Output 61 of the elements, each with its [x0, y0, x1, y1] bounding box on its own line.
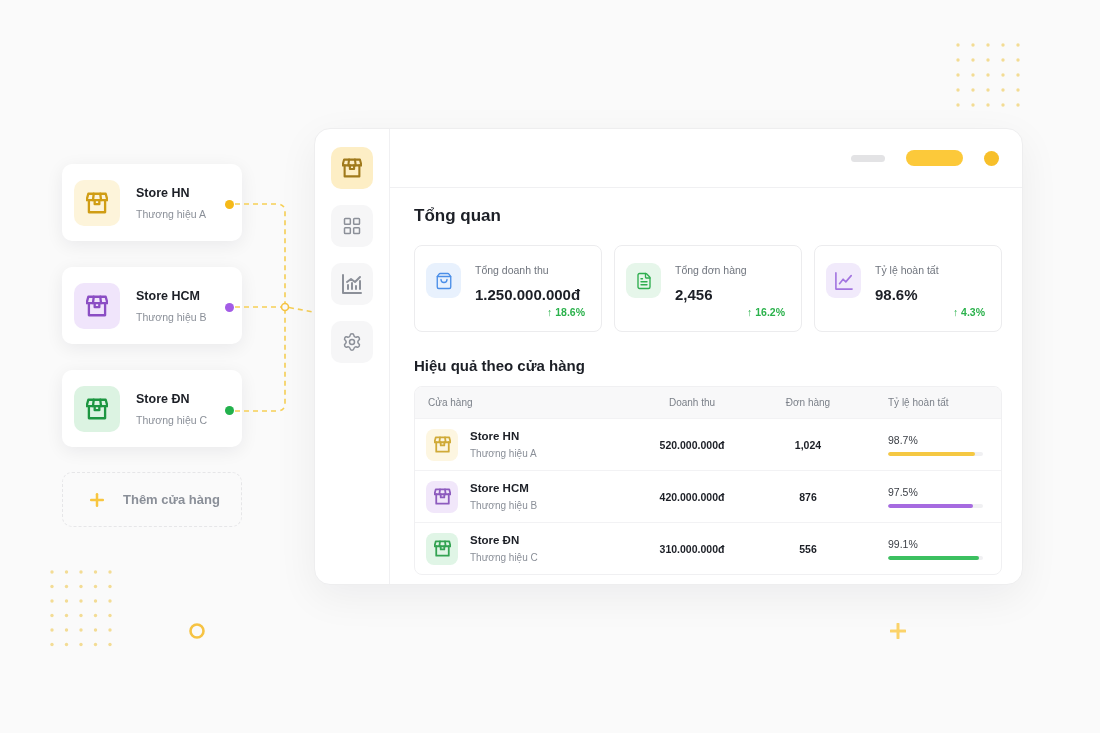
store-name: Store HN	[470, 430, 521, 442]
brand-name: Thương hiệu A	[470, 448, 537, 459]
revenue-cell: 420.000.000đ	[659, 490, 725, 503]
chart-nav-button[interactable]	[331, 263, 373, 305]
shopping-bag-icon	[426, 263, 461, 298]
column-header: Cửa hàng	[427, 397, 473, 408]
brand-name: Thương hiệu C	[136, 413, 209, 426]
store-nav-button[interactable]	[331, 147, 373, 189]
store-icon	[74, 385, 120, 432]
document-icon	[626, 263, 661, 298]
grid-icon	[342, 216, 362, 236]
store-icon	[74, 282, 120, 329]
column-header: Đơn hàng	[785, 397, 831, 408]
orders-cell: 876	[799, 490, 817, 503]
stat-value: 2,456	[675, 285, 714, 305]
overview-title: Tổng quan	[414, 206, 502, 226]
stat-change: ↑ 16.2%	[747, 306, 785, 319]
dot-pattern	[956, 43, 1020, 107]
store-icon	[426, 428, 458, 461]
line-chart-icon	[826, 263, 861, 298]
chart-icon	[342, 274, 362, 294]
store-icon	[426, 480, 458, 513]
settings-nav-button[interactable]	[331, 321, 373, 363]
completion-rate: 97.5%	[888, 485, 918, 498]
completion-rate: 98.7%	[888, 433, 918, 446]
stat-label: Tổng doanh thu	[475, 264, 550, 277]
stat-value: 98.6%	[875, 285, 919, 305]
brand-name: Thương hiệu A	[136, 207, 207, 220]
placeholder-bar	[851, 154, 885, 162]
plus-icon	[890, 623, 906, 639]
store-card[interactable]: Store HN Thương hiệu A	[62, 164, 242, 241]
completion-rate: 99.1%	[888, 537, 918, 550]
brand-name: Thương hiệu B	[136, 310, 208, 323]
stat-change: ↑ 4.3%	[952, 306, 985, 319]
ring-icon	[189, 623, 205, 639]
store-name: Store ĐN	[136, 391, 191, 406]
settings-icon	[342, 332, 362, 352]
stat-label: Tổng đơn hàng	[675, 264, 747, 277]
orders-cell: 1,024	[794, 438, 822, 451]
store-name: Store HCM	[136, 288, 201, 303]
store-card[interactable]: Store HCM Thương hiệu B	[62, 267, 242, 344]
section-title: Hiệu quả theo cửa hàng	[414, 356, 586, 376]
brand-name: Thương hiệu C	[470, 552, 538, 563]
store-icon	[74, 179, 120, 226]
brand-name: Thương hiệu B	[470, 500, 538, 511]
stat-label: Tỷ lệ hoàn tất	[875, 264, 939, 277]
revenue-cell: 520.000.000đ	[659, 438, 725, 451]
column-header: Doanh thu	[668, 397, 716, 408]
store-name: Store ĐN	[470, 534, 521, 546]
store-icon	[426, 532, 458, 565]
store-name: Store HCM	[470, 482, 530, 494]
stat-value: 1.250.000.000đ	[475, 285, 581, 305]
orders-cell: 556	[799, 542, 817, 555]
avatar-icon[interactable]	[984, 150, 999, 166]
revenue-cell: 310.000.000đ	[659, 542, 725, 555]
store-name: Store HN	[136, 185, 191, 200]
stat-change: ↑ 18.6%	[547, 306, 585, 319]
column-header: Tỷ lệ hoàn tất	[887, 397, 949, 408]
store-icon	[342, 158, 362, 178]
store-card[interactable]: Store ĐN Thương hiệu C	[62, 370, 242, 447]
grid-nav-button[interactable]	[331, 205, 373, 247]
